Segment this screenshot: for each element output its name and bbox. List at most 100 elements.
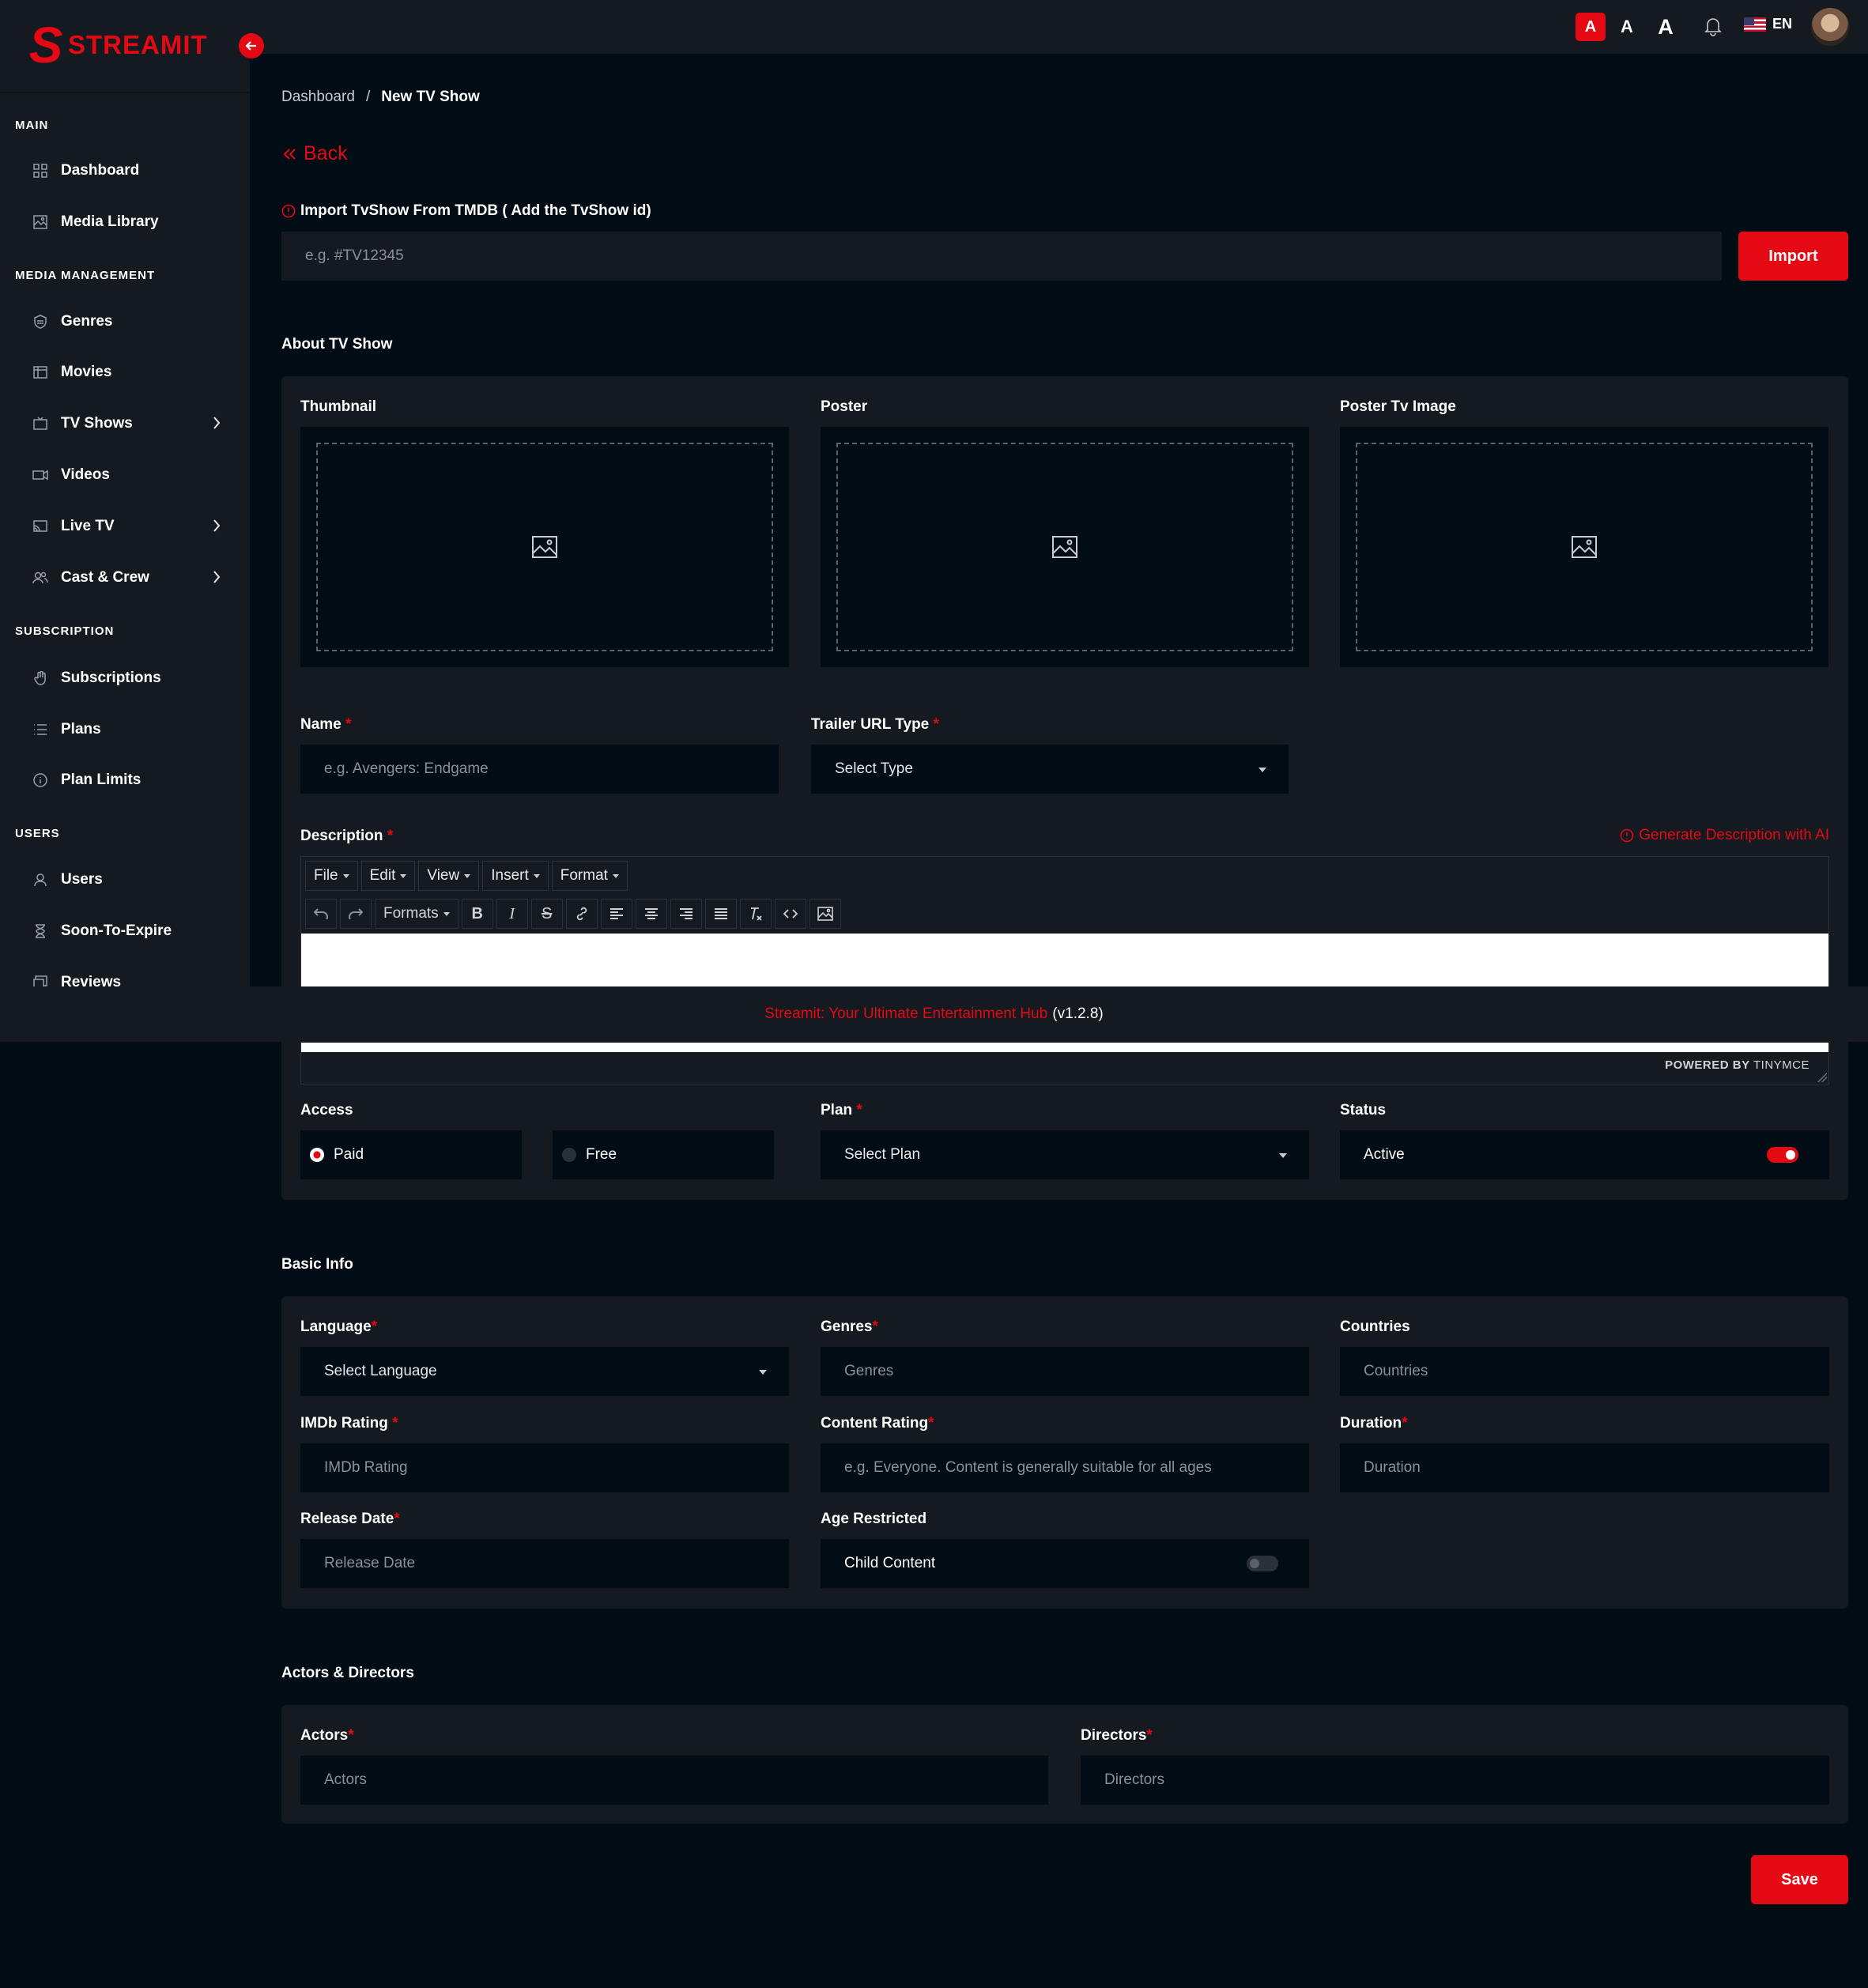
save-button[interactable]: Save [1751, 1855, 1848, 1904]
sidebar-item-label: Dashboard [61, 162, 140, 179]
formats-label: Formats [383, 905, 439, 922]
access-paid-radio[interactable]: Paid [300, 1130, 522, 1179]
grid-icon [32, 162, 49, 179]
status-toggle[interactable] [1767, 1147, 1798, 1163]
insert-image-icon[interactable] [809, 899, 841, 929]
label-text: Genres [821, 1318, 873, 1335]
editor-menu-insert[interactable]: Insert [482, 861, 549, 891]
sidebar-item-users[interactable]: Users [32, 864, 221, 896]
actors-input[interactable] [300, 1756, 1048, 1805]
required-mark: * [872, 1318, 878, 1335]
trailer-type-select[interactable]: Select Type [811, 745, 1289, 794]
footer: Streamit: Your Ultimate Entertainment Hu… [0, 986, 1868, 1042]
footer-brand[interactable]: Streamit: Your Ultimate Entertainment Hu… [764, 1005, 1047, 1023]
import-label-text: Import TvShow From TMDB ( Add the TvShow… [300, 202, 651, 219]
import-button[interactable]: Import [1738, 232, 1848, 281]
link-icon[interactable] [565, 899, 598, 929]
avatar[interactable] [1811, 8, 1849, 46]
label-text: Language [300, 1318, 372, 1335]
align-right-icon[interactable] [670, 899, 702, 929]
directors-input[interactable] [1081, 1756, 1829, 1805]
status-label: Status [1340, 1102, 1387, 1118]
poster-tv-label: Poster Tv Image [1340, 398, 1456, 415]
notification-bell-icon[interactable] [1704, 16, 1723, 40]
sidebar-item-plans[interactable]: Plans [32, 714, 221, 745]
sidebar-item-subscriptions[interactable]: Subscriptions [32, 662, 221, 694]
countries-input[interactable] [1340, 1347, 1829, 1396]
editor-content-area-bottom[interactable] [301, 1043, 1828, 1052]
sidebar-item-plan-limits[interactable]: Plan Limits [32, 764, 221, 796]
required-mark: * [1402, 1415, 1408, 1432]
content-rating-input[interactable] [821, 1443, 1309, 1492]
font-size-medium-button[interactable]: A [1615, 13, 1639, 41]
sidebar-item-media-library[interactable]: Media Library [32, 206, 221, 238]
basic-section-title: Basic Info [281, 1256, 353, 1273]
logo[interactable]: S STREAMIT [29, 20, 208, 70]
editor-content-area[interactable] [301, 934, 1828, 989]
strikethrough-icon[interactable]: S [530, 899, 563, 929]
editor-menu-file[interactable]: File [305, 861, 358, 891]
align-left-icon[interactable] [600, 899, 632, 929]
sidebar-item-dashboard[interactable]: Dashboard [32, 155, 221, 187]
redo-icon[interactable] [340, 899, 372, 929]
generate-description-ai-link[interactable]: Generate Description with AI [1620, 827, 1829, 844]
sidebar-item-videos[interactable]: Videos [32, 459, 221, 491]
formats-dropdown[interactable]: Formats [375, 899, 459, 929]
clear-format-icon[interactable] [739, 899, 772, 929]
countries-label: Countries [1340, 1318, 1410, 1335]
caret-down-icon [400, 873, 407, 878]
name-input[interactable] [300, 745, 779, 794]
editor-menu-edit[interactable]: Edit [360, 861, 416, 891]
bold-icon[interactable]: B [461, 899, 493, 929]
breadcrumb-dashboard[interactable]: Dashboard [281, 89, 355, 106]
required-mark: * [387, 828, 394, 844]
editor-menu-view[interactable]: View [418, 861, 480, 891]
select-value: Select Plan [844, 1146, 921, 1163]
sidebar-item-cast-crew[interactable]: Cast & Crew [32, 562, 221, 594]
code-icon[interactable] [774, 899, 806, 929]
align-justify-icon[interactable] [704, 899, 737, 929]
font-size-large-button[interactable]: A [1652, 13, 1679, 41]
hourglass-icon [32, 922, 49, 940]
plan-select[interactable]: Select Plan [821, 1130, 1309, 1179]
sidebar-item-live-tv[interactable]: Live TV [32, 511, 221, 542]
sidebar-collapse-button[interactable] [239, 33, 264, 58]
language-label: Language* [300, 1318, 377, 1336]
required-mark: * [856, 1102, 862, 1118]
info-icon [281, 204, 296, 218]
info-icon [32, 771, 49, 789]
sidebar-section-media: MEDIA MANAGEMENT [15, 269, 156, 282]
align-center-icon[interactable] [635, 899, 667, 929]
image-placeholder-icon [532, 536, 557, 558]
undo-icon[interactable] [305, 899, 337, 929]
sidebar-item-genres[interactable]: Genres [32, 306, 221, 338]
duration-input[interactable] [1340, 1443, 1829, 1492]
italic-icon[interactable]: I [496, 899, 528, 929]
access-free-radio[interactable]: Free [553, 1130, 774, 1179]
thumbnail-label: Thumbnail [300, 398, 377, 415]
thumbnail-upload[interactable] [300, 427, 789, 667]
resize-handle-icon[interactable] [1817, 1073, 1827, 1082]
child-content-toggle[interactable] [1247, 1556, 1278, 1571]
font-size-small-button[interactable]: A [1576, 13, 1606, 41]
image-placeholder-icon [1572, 536, 1597, 558]
poster-tv-upload[interactable] [1340, 427, 1828, 667]
info-icon [1620, 828, 1634, 843]
imdb-rating-input[interactable] [300, 1443, 789, 1492]
tmdb-id-input[interactable] [281, 232, 1722, 281]
duration-label: Duration* [1340, 1415, 1408, 1432]
sidebar-item-soon-to-expire[interactable]: Soon-To-Expire [32, 915, 221, 947]
release-date-input[interactable] [300, 1539, 789, 1588]
description-editor: File Edit View Insert Format Formats B I… [300, 856, 1829, 1085]
back-link[interactable]: Back [281, 142, 348, 165]
user-icon [32, 871, 49, 888]
radio-label: Paid [334, 1146, 364, 1163]
sidebar-item-movies[interactable]: Movies [32, 356, 221, 388]
genres-input[interactable] [821, 1347, 1309, 1396]
sidebar-item-tv-shows[interactable]: TV Shows [32, 408, 221, 439]
language-select[interactable]: Select Language [300, 1347, 789, 1396]
editor-menu-format[interactable]: Format [551, 861, 628, 891]
language-selector[interactable]: EN [1744, 16, 1792, 32]
sidebar-item-label: Plan Limits [61, 771, 142, 788]
poster-upload[interactable] [821, 427, 1309, 667]
